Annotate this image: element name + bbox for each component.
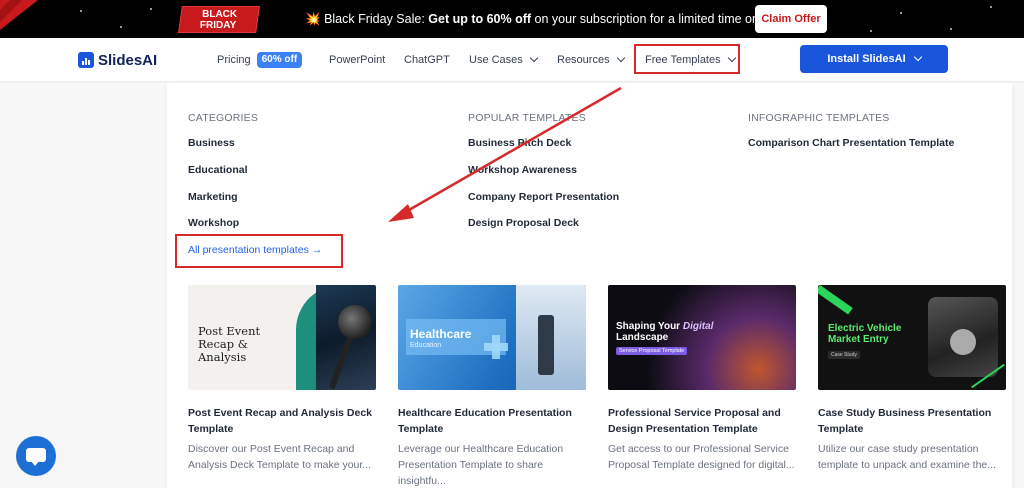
chat-icon (26, 448, 46, 466)
template-description: Utilize our case study presentation temp… (818, 443, 997, 471)
nav-resources[interactable]: Resources (557, 38, 625, 82)
template-thumbnail[interactable]: Healthcare Education (398, 285, 586, 390)
template-title[interactable]: Case Study Business Presentation Templat… (818, 405, 1008, 437)
microscope-image (538, 315, 554, 375)
nav-chatgpt[interactable]: ChatGPT (404, 38, 450, 82)
thumbnail-title: Shaping Your Digital Landscape (616, 321, 714, 343)
annotation-arrow (388, 86, 622, 222)
page-background (1012, 83, 1024, 488)
chevron-down-icon (529, 53, 539, 63)
chat-widget-button[interactable] (16, 436, 56, 476)
nav-pricing[interactable]: Pricing 60% off (217, 38, 303, 82)
badge-line-1: BLACK (202, 9, 238, 20)
chevron-down-icon (913, 52, 922, 62)
page-background (0, 83, 167, 488)
nav-use-cases-label: Use Cases (469, 54, 523, 66)
thumbnail-tag: Case Study (828, 351, 860, 359)
black-friday-badge: BLACK FRIDAY (178, 6, 260, 33)
main-nav: SlidesAI Pricing 60% off PowerPoint ChatG… (0, 38, 1024, 82)
template-thumbnail[interactable]: Post Event Recap & Analysis (188, 285, 376, 390)
install-label: Install SlidesAI (827, 53, 906, 65)
medical-cross-icon (484, 335, 508, 359)
promo-banner: BLACK FRIDAY 💥 Black Friday Sale: Get up… (0, 0, 1024, 38)
template-title[interactable]: Healthcare Education Presentation Templa… (398, 405, 588, 437)
template-description: Leverage our Healthcare Education Presen… (398, 443, 564, 487)
nav-pricing-label: Pricing (217, 54, 251, 66)
template-thumbnail[interactable]: Electric Vehicle Market Entry Case Study (818, 285, 1006, 390)
chevron-down-icon (616, 53, 625, 63)
category-link[interactable]: Marketing (188, 191, 238, 203)
category-link[interactable]: Business (188, 137, 235, 149)
category-link[interactable]: Workshop (188, 217, 239, 229)
explosion-icon: 💥 (305, 12, 321, 26)
gift-ribbon-decoration (0, 0, 38, 30)
discount-badge: 60% off (256, 52, 303, 69)
thumbnail-subtitle: Education (410, 342, 442, 349)
infographic-template-link[interactable]: Comparison Chart Presentation Template (748, 137, 954, 149)
template-title[interactable]: Post Event Recap and Analysis Deck Templ… (188, 405, 378, 437)
thumbnail-title: Healthcare (410, 327, 472, 341)
infographic-heading: INFOGRAPHIC TEMPLATES (748, 112, 890, 124)
template-description: Discover our Post Event Recap and Analys… (188, 443, 372, 471)
slidesai-logo-icon (78, 52, 94, 68)
install-slidesai-button[interactable]: Install SlidesAI (800, 45, 948, 73)
nav-powerpoint[interactable]: PowerPoint (329, 38, 385, 82)
nav-resources-label: Resources (557, 54, 610, 66)
template-description: Get access to our Professional Service P… (608, 443, 795, 471)
sale-highlight: Get up to 60% off (428, 12, 532, 26)
categories-heading: CATEGORIES (188, 112, 259, 124)
sale-message: 💥 Black Friday Sale: Get up to 60% off o… (305, 0, 787, 38)
category-link[interactable]: Educational (188, 164, 248, 176)
logo[interactable]: SlidesAI (78, 51, 157, 69)
nav-use-cases[interactable]: Use Cases (469, 38, 539, 82)
template-title[interactable]: Professional Service Proposal and Design… (608, 405, 798, 437)
badge-line-2: FRIDAY (199, 20, 237, 31)
claim-offer-button[interactable]: Claim Offer (755, 5, 827, 33)
annotation-highlight-box (175, 234, 343, 268)
logo-text: SlidesAI (98, 51, 158, 69)
sale-label: Black Friday Sale: (324, 12, 425, 26)
thumbnail-tag: Service Proposal Template (616, 347, 688, 355)
thumbnail-title: Electric Vehicle Market Entry (828, 323, 902, 345)
annotation-highlight-box (634, 44, 740, 74)
microphone-image (338, 305, 372, 339)
thumbnail-title: Post Event Recap & Analysis (198, 324, 261, 364)
template-thumbnail[interactable]: Shaping Your Digital Landscape Service P… (608, 285, 796, 390)
sale-rest: on your subscription for a limited time … (534, 12, 768, 26)
